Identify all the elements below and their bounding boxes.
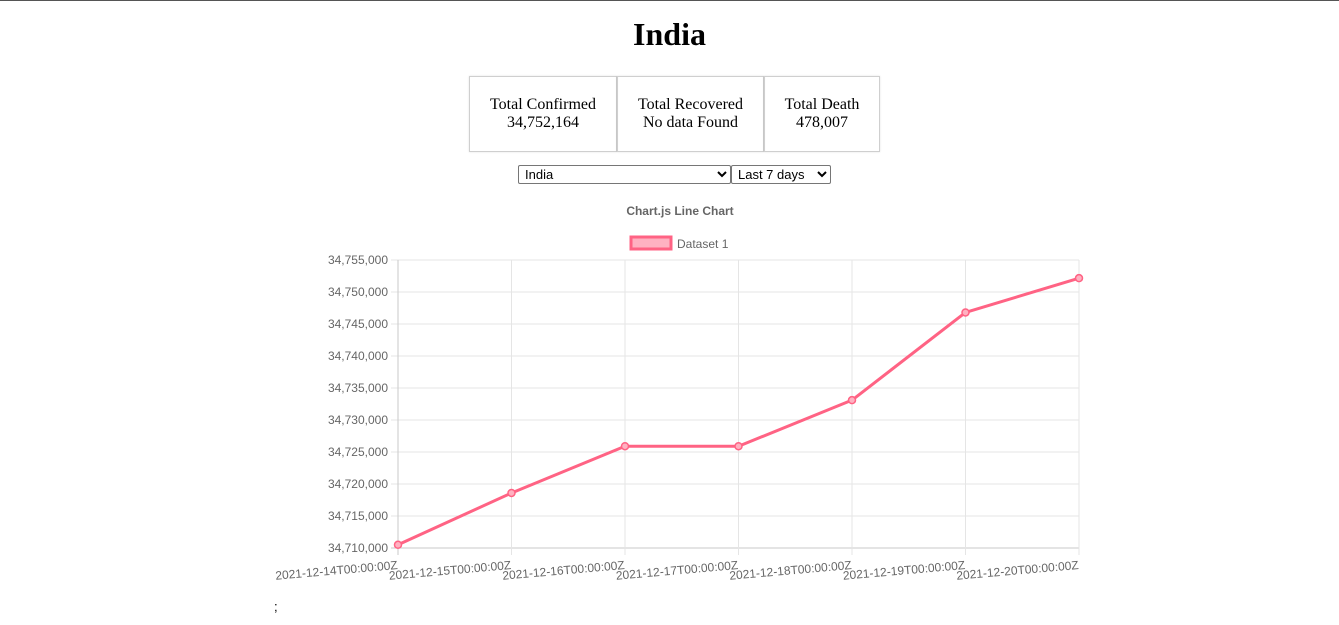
line-chart: Chart.js Line Chart Dataset 1 34,710,000 34… <box>275 204 1084 583</box>
data-point <box>507 488 516 498</box>
y-tick-label: 34,750,000 <box>328 285 388 299</box>
x-tick-label: 2021-12-19T00:00:00Z <box>842 558 966 583</box>
y-tick-label: 34,745,000 <box>328 317 388 331</box>
y-tick-label: 34,725,000 <box>328 445 388 459</box>
data-point <box>961 308 970 317</box>
y-tick-label: 34,755,000 <box>328 253 388 267</box>
y-tick-label: 34,710,000 <box>328 541 388 555</box>
x-tick-label: 2021-12-17T00:00:00Z <box>615 558 739 583</box>
y-tick-label: 34,735,000 <box>328 381 388 395</box>
data-point <box>734 441 743 451</box>
x-tick-label: 2021-12-18T00:00:00Z <box>729 558 853 583</box>
trailing-text: ; <box>274 599 278 614</box>
legend-swatch <box>629 235 673 251</box>
x-tick-label: 2021-12-14T00:00:00Z <box>275 558 399 583</box>
x-tick-label: 2021-12-15T00:00:00Z <box>388 558 512 583</box>
y-tick-label: 34,730,000 <box>328 413 388 427</box>
y-tick-label: 34,720,000 <box>328 477 388 491</box>
y-tick-label: 34,715,000 <box>328 509 388 523</box>
chart-title: Chart.js Line Chart <box>626 204 733 218</box>
y-tick-label: 34,740,000 <box>328 349 388 363</box>
x-tick-label: 2021-12-20T00:00:00Z <box>956 558 1080 583</box>
x-tick-label: 2021-12-16T00:00:00Z <box>502 558 626 583</box>
data-point <box>847 395 857 405</box>
chart-container: Chart.js Line Chart Dataset 1 34,710,000 34… <box>0 1 1339 620</box>
data-point <box>393 540 403 550</box>
legend-label: Dataset 1 <box>677 237 729 251</box>
data-point <box>620 441 630 451</box>
data-point <box>1074 273 1084 283</box>
